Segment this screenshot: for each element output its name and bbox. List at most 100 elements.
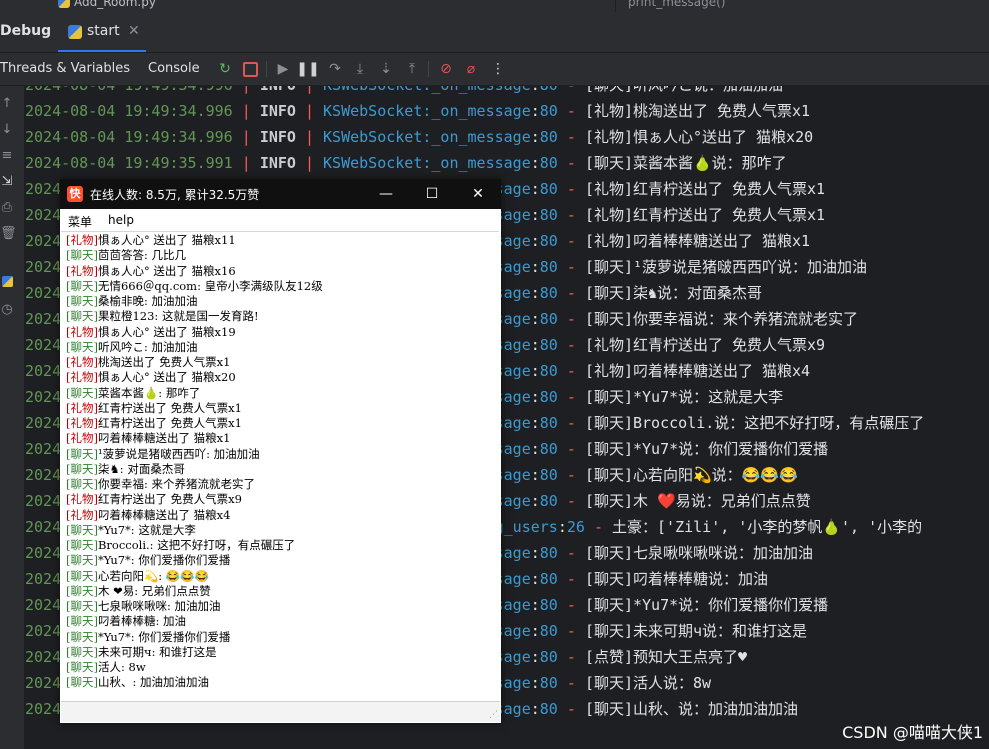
- chat-message-text: 七泉啾咪啾咪: 加油加油: [97, 599, 221, 613]
- log-separator: |: [241, 128, 251, 146]
- log-separator: |: [305, 86, 314, 94]
- log-source: KSWebSocket:_on_message: [323, 154, 531, 172]
- close-icon[interactable]: ✕: [128, 23, 140, 39]
- log-line-number: 80: [539, 232, 558, 250]
- chat-message: [礼物]惧ぁ人心° 送出了 猫粮x20: [66, 370, 236, 385]
- step-into-icon[interactable]: ⤓: [350, 59, 370, 79]
- resize-grip-icon[interactable]: ⋰: [489, 710, 498, 720]
- chat-message-tag: [礼物]: [66, 416, 98, 430]
- clock-icon[interactable]: ◷: [0, 302, 14, 317]
- chat-message: [礼物]桃淘送出了 免费人气票x1: [66, 355, 230, 370]
- editor-tab-label: Add_Room.py: [74, 0, 156, 9]
- chat-message: [聊天]茴茴答答: 几比几: [66, 248, 186, 263]
- chat-message: [聊天]木 ❤易: 兄弟们点点赞: [66, 584, 211, 599]
- editor-tab-add-room[interactable]: Add_Room.py: [58, 0, 156, 9]
- log-separator: -: [566, 622, 576, 640]
- arrow-up-icon[interactable]: ↑: [0, 96, 14, 111]
- menubar: 菜单 help: [60, 209, 501, 231]
- chat-message-tag: [礼物]: [66, 324, 98, 339]
- python-icon: [68, 25, 82, 39]
- chat-message-text: 惧ぁ人心° 送出了 猫粮x19: [97, 324, 236, 339]
- log-separator: -: [566, 154, 576, 172]
- chat-message-tag: [礼物]: [66, 233, 98, 247]
- trash-icon[interactable]: 🗑: [0, 226, 17, 241]
- log-separator: -: [566, 310, 576, 328]
- rerun-icon[interactable]: ↻: [215, 59, 235, 79]
- log-source: KSWebSocket:_on_message: [323, 128, 531, 146]
- log-separator: -: [566, 388, 576, 406]
- run-config-tab[interactable]: start ✕: [58, 12, 146, 52]
- log-message: [聊天]心若向阳💫说：😂😂😂: [584, 466, 798, 484]
- debug-tool-window-header: Debug start ✕: [0, 12, 989, 53]
- chat-message-text: 木 ❤易: 兄弟们点点赞: [97, 583, 211, 598]
- log-source: KSWebSocket:_on_message: [323, 86, 531, 94]
- log-message: [聊天]你要幸福说：来个养猪流就老实了: [584, 310, 859, 328]
- chat-message-tag: [礼物]: [66, 370, 98, 385]
- message-input[interactable]: ⋰: [61, 701, 500, 722]
- chat-message-tag: [聊天]: [66, 339, 98, 354]
- run-tab-label: start: [87, 23, 120, 39]
- stop-icon[interactable]: [240, 59, 260, 79]
- log-message: [礼物]桃淘送出了 免费人气票x1: [584, 102, 811, 120]
- step-out-icon[interactable]: ⤒: [402, 59, 422, 79]
- resume-icon[interactable]: ▶: [273, 59, 293, 79]
- tab-console[interactable]: Console: [148, 61, 200, 76]
- log-message: [聊天]*Yu7*说：你们爱播你们爱播: [584, 440, 829, 458]
- step-over-icon[interactable]: ↷: [325, 59, 345, 79]
- maximize-icon[interactable]: ☐: [409, 179, 455, 209]
- log-message: [礼物]红青柠送出了 免费人气票x1: [584, 180, 826, 198]
- chat-message-text: 未来可期ч: 和谁打这是: [97, 644, 217, 659]
- close-window-icon[interactable]: ✕: [455, 179, 501, 209]
- console-side-toolbar: ↑ ↓ ≡ ⇲ ⎙ 🗑 ◷: [0, 86, 25, 749]
- chat-message: [聊天]Broccoli.: 这把不好打呀，有点碾压了: [66, 538, 295, 553]
- chat-message-text: 桃淘送出了 免费人气票x1: [97, 355, 231, 369]
- minimize-icon[interactable]: —: [363, 179, 409, 209]
- arrow-down-icon[interactable]: ↓: [0, 122, 14, 137]
- log-message: [礼物]叼着棒棒糖送出了 猫粮x4: [584, 362, 811, 380]
- print-icon[interactable]: ⎙: [0, 200, 14, 215]
- menu-help[interactable]: help: [108, 213, 134, 227]
- log-separator: -: [566, 596, 576, 614]
- log-separator: -: [566, 466, 576, 484]
- log-separator: -: [566, 570, 576, 588]
- log-separator: -: [566, 232, 576, 250]
- chat-message-tag: [礼物]: [66, 400, 98, 415]
- chat-message: [聊天]你要幸福: 来个养猪流就老实了: [66, 477, 255, 492]
- chat-message-text: *Yu7*: 你们爱播你们爱播: [97, 553, 231, 568]
- log-message: [聊天]叼着棒棒糖说：加油: [584, 570, 769, 588]
- chat-message-tag: [聊天]: [66, 538, 98, 552]
- pause-icon[interactable]: ❚❚: [296, 59, 319, 79]
- soft-wrap-icon[interactable]: ≡: [0, 148, 14, 163]
- chat-message: [聊天]果粒橙123: 这就是国一发育路!: [66, 309, 259, 324]
- chat-message-tag: [聊天]: [66, 568, 98, 583]
- view-breakpoints-icon[interactable]: ⊘: [436, 59, 456, 79]
- active-tab-indicator: [58, 50, 146, 52]
- chat-message-text: 叼着棒棒糖送出了 猫粮x4: [97, 507, 231, 522]
- log-line-number: 80: [539, 284, 558, 302]
- chat-message-text: 惧ぁ人心° 送出了 猫粮x11: [97, 233, 236, 247]
- log-separator: -: [566, 674, 576, 692]
- chat-message-text: 柒♞: 对面桑杰哥: [97, 461, 185, 476]
- log-message: [聊天]¹菠萝说是猪啵西西吖说：加油加油: [584, 258, 868, 276]
- step-into-my-code-icon[interactable]: ⇣: [376, 59, 396, 79]
- live-chat-app-window[interactable]: 快 在线人数: 8.5万, 累计32.5万赞 — ☐ ✕ 菜单 help [礼物…: [60, 179, 501, 723]
- window-titlebar[interactable]: 快 在线人数: 8.5万, 累计32.5万赞 — ☐ ✕: [60, 179, 501, 209]
- log-line: 2024-08-04 19:49:34.996 | INFO | KSWebSo…: [25, 102, 811, 120]
- mute-breakpoints-icon[interactable]: ⌀: [461, 59, 481, 79]
- more-options-icon[interactable]: ⋮: [488, 59, 508, 79]
- tab-threads-variables[interactable]: Threads & Variables: [0, 61, 130, 76]
- log-separator: -: [566, 258, 576, 276]
- chat-message: [聊天]桑榆非晚: 加油加油: [66, 294, 198, 309]
- python-console-icon[interactable]: [0, 276, 14, 291]
- log-message: [聊天]活人说：8w: [584, 674, 712, 692]
- chat-message-text: 惧ぁ人心° 送出了 猫粮x16: [97, 263, 236, 278]
- log-line-number: 80: [539, 414, 558, 432]
- scroll-to-end-icon[interactable]: ⇲: [0, 174, 14, 189]
- log-source: KSWebSocket:_on_message: [323, 102, 531, 120]
- log-separator: |: [241, 154, 251, 172]
- watermark: CSDN @喵喵大侠1: [842, 723, 983, 742]
- log-line-number: 80: [539, 440, 558, 458]
- chat-message-list[interactable]: [礼物]惧ぁ人心° 送出了 猫粮x11 [聊天]茴茴答答: 几比几 [礼物]惧ぁ人心…: [61, 231, 499, 702]
- chat-message-tag: [聊天]: [66, 461, 98, 476]
- menu-main[interactable]: 菜单: [68, 213, 92, 230]
